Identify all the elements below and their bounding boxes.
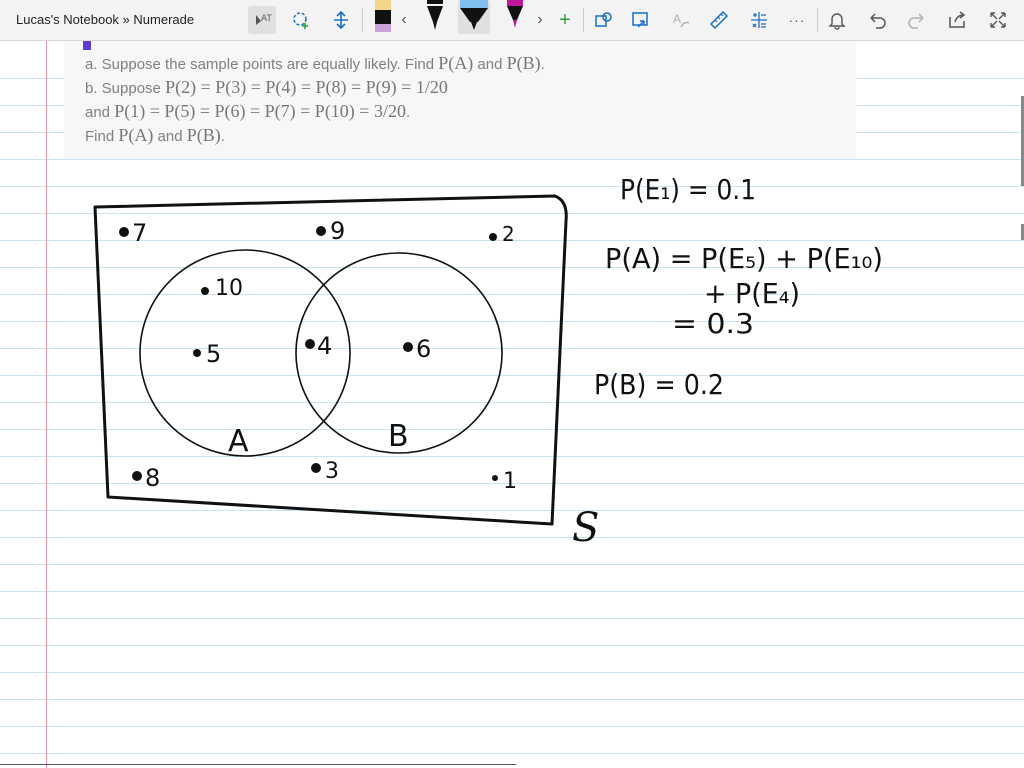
notifications-button[interactable] xyxy=(823,6,851,34)
top-toolbar: Lucas's Notebook » Numerade AT ‹ › + A ·… xyxy=(0,0,1024,41)
point-dot xyxy=(316,226,326,236)
point-label-10: 10 xyxy=(215,276,243,301)
point-dot xyxy=(489,233,497,241)
undo-icon xyxy=(870,13,886,29)
toolbar-divider xyxy=(583,8,584,32)
scroll-pens-left-button[interactable]: ‹ xyxy=(394,6,414,34)
ink-layer: 7 9 2 10 5 4 6 8 3 1 A B S P(E₁) = 0.1 P… xyxy=(93,173,883,551)
set-label-b: B xyxy=(388,419,409,454)
point-label-5: 5 xyxy=(206,340,221,368)
chevron-left-icon: ‹ xyxy=(401,11,407,28)
plus-icon: + xyxy=(559,8,571,31)
shapes-icon xyxy=(595,12,612,27)
point-dot xyxy=(193,349,201,357)
app-title: Lucas's Notebook » Numerade xyxy=(16,12,195,27)
lasso-select-icon: AT xyxy=(256,13,272,25)
point-dot xyxy=(492,475,498,481)
fullscreen-icon xyxy=(990,12,1006,28)
ink-to-text-icon: A xyxy=(673,12,690,28)
point-label-6: 6 xyxy=(416,335,431,363)
point-dot xyxy=(201,287,209,295)
ink-to-shape-icon xyxy=(632,12,648,28)
undo-button[interactable] xyxy=(863,6,891,34)
point-dot xyxy=(403,342,413,352)
black-pen[interactable] xyxy=(424,0,446,34)
fullscreen-button[interactable] xyxy=(984,6,1012,34)
point-label-4: 4 xyxy=(317,332,332,360)
ink-to-shape-button[interactable] xyxy=(627,6,655,34)
math-button[interactable] xyxy=(745,6,773,34)
ruler-icon xyxy=(709,10,729,30)
lasso-button[interactable] xyxy=(287,6,315,34)
add-pen-button[interactable]: + xyxy=(551,6,579,34)
lasso-select-button[interactable]: AT xyxy=(248,6,276,34)
point-dot xyxy=(311,463,321,473)
solution-line-1: P(E₁) = 0.1 xyxy=(620,173,756,206)
share-icon xyxy=(949,11,966,28)
share-button[interactable] xyxy=(943,6,971,34)
svg-text:A: A xyxy=(673,12,681,26)
add-space-icon xyxy=(334,10,348,30)
magenta-pen[interactable] xyxy=(504,0,526,34)
bell-icon xyxy=(828,13,846,30)
solution-line-3: + P(E₄) xyxy=(704,277,800,310)
point-label-8: 8 xyxy=(145,464,160,492)
point-label-7: 7 xyxy=(132,219,147,247)
solution-line-4: = 0.3 xyxy=(672,307,754,340)
point-label-3: 3 xyxy=(325,459,339,484)
point-dot xyxy=(132,471,142,481)
toolbar-divider xyxy=(817,8,818,32)
highlighter-yellow-pen[interactable] xyxy=(372,0,394,34)
shapes-button[interactable] xyxy=(589,6,617,34)
more-dots-icon: ··· xyxy=(788,12,806,28)
blue-highlighter-pen[interactable] xyxy=(458,0,490,34)
sample-space-label: S xyxy=(572,505,599,551)
redo-icon xyxy=(908,13,924,29)
set-label-a: A xyxy=(228,424,249,459)
chevron-right-icon: › xyxy=(537,11,543,28)
point-label-1: 1 xyxy=(503,469,517,494)
point-dot xyxy=(119,227,129,237)
notebook-page[interactable]: a. Suppose the sample points are equally… xyxy=(0,41,1024,768)
solution-line-5: P(B) = 0.2 xyxy=(594,368,724,401)
ink-to-text-button[interactable]: A xyxy=(667,6,695,34)
more-button[interactable]: ··· xyxy=(783,6,811,34)
ruler-button[interactable] xyxy=(705,6,733,34)
point-label-9: 9 xyxy=(330,217,345,245)
solution-line-2: P(A) = P(E₅) + P(E₁₀) xyxy=(605,242,883,275)
scroll-pens-right-button[interactable]: › xyxy=(530,6,550,34)
lasso-icon xyxy=(293,12,308,29)
redo-button[interactable] xyxy=(903,6,931,34)
point-dot xyxy=(305,339,315,349)
add-space-button[interactable] xyxy=(327,6,355,34)
point-label-2: 2 xyxy=(502,222,515,246)
toolbar-divider xyxy=(362,8,363,32)
math-icon xyxy=(751,12,767,28)
svg-text:AT: AT xyxy=(261,13,272,23)
